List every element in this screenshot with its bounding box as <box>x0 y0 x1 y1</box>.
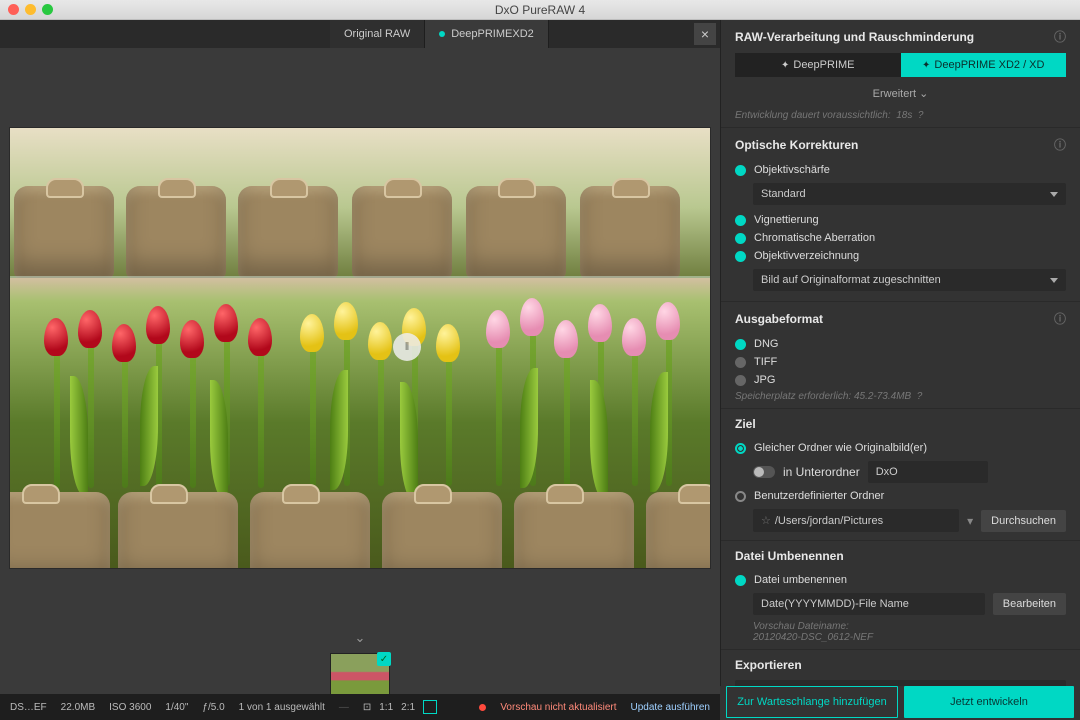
output-jpg-toggle[interactable]: JPG <box>735 371 1066 389</box>
image-viewer[interactable]: ‖ <box>0 48 720 630</box>
dest-path-input[interactable]: ☆/Users/jordan/Pictures <box>753 509 959 532</box>
rename-toggle[interactable]: Datei umbenennen <box>735 571 1066 589</box>
preview-pane: Original RAW DeepPRIMEXD2 × <box>0 20 720 720</box>
eta-hint: Entwicklung dauert voraussichtlich: 18s … <box>735 108 1066 123</box>
opt-distortion-toggle[interactable]: Objektivverzeichnung <box>735 247 1066 265</box>
image-canvas[interactable]: ‖ <box>10 128 710 568</box>
section-export-title: Exportieren <box>735 658 1066 672</box>
opt-distortion-select[interactable]: Bild auf Originalformat zugeschnitten <box>753 269 1066 291</box>
status-selection: 1 von 1 ausgewählt <box>239 702 325 713</box>
rename-edit-button[interactable]: Bearbeiten <box>993 593 1066 615</box>
section-dest-title: Ziel <box>735 417 1066 431</box>
zoom-fit-button[interactable]: ⊡ <box>363 702 371 713</box>
warning-dot-icon <box>479 704 486 711</box>
panel-header-label: RAW-Verarbeitung und Rauschminderung <box>735 30 974 44</box>
engine-deepprime-button[interactable]: ✦ DeepPRIME <box>735 53 901 77</box>
tab-processed-label: DeepPRIMEXD2 <box>451 28 534 40</box>
output-dng-toggle[interactable]: DNG <box>735 335 1066 353</box>
section-optical-title: Optische Korrekturenⓘ <box>735 136 1066 153</box>
thumb-selected-check-icon: ✓ <box>377 652 391 666</box>
develop-now-button[interactable]: Jetzt entwickeln <box>904 686 1074 718</box>
tab-processed[interactable]: DeepPRIMEXD2 <box>425 20 549 48</box>
update-preview-link[interactable]: Update ausführen <box>630 702 710 713</box>
advanced-toggle[interactable]: Erweitert ⌄ <box>735 83 1066 108</box>
rename-pattern-input[interactable]: Date(YYYYMMDD)-File Name <box>753 593 985 615</box>
status-iso: ISO 3600 <box>109 702 151 713</box>
zoom-2to1-button[interactable]: 2:1 <box>401 702 415 713</box>
action-bar: Zur Warteschlange hinzufügen Jetzt entwi… <box>720 686 1080 720</box>
dest-browse-button[interactable]: Durchsuchen <box>981 510 1066 532</box>
window-title: DxO PureRAW 4 <box>0 3 1080 17</box>
zoom-1to1-button[interactable]: 1:1 <box>379 702 393 713</box>
opt-sharp-toggle[interactable]: Objektivschärfe <box>735 161 1066 179</box>
add-to-queue-button[interactable]: Zur Warteschlange hinzufügen <box>726 686 898 718</box>
dest-subfolder-label: in Unterordner <box>783 465 860 479</box>
tab-original[interactable]: Original RAW <box>330 20 425 48</box>
crop-overlay-icon[interactable] <box>423 700 437 714</box>
preview-stale-warning: Vorschau nicht aktualisiert <box>500 702 616 713</box>
opt-vignette-toggle[interactable]: Vignettierung <box>735 211 1066 229</box>
output-tiff-toggle[interactable]: TIFF <box>735 353 1066 371</box>
dest-custom-radio[interactable]: Benutzerdefinierter Ordner <box>735 487 1066 505</box>
section-output-title: Ausgabeformatⓘ <box>735 310 1066 327</box>
dest-subfolder-input[interactable]: DxO <box>868 461 988 483</box>
info-icon[interactable]: ⓘ <box>1054 136 1066 153</box>
status-shutter: 1/40" <box>165 702 188 713</box>
engine-deepprime-label: DeepPRIME <box>793 59 854 71</box>
output-space-hint: Speicherplatz erforderlich: 45.2-73.4MB … <box>735 389 1066 404</box>
engine-deepprimexd2-label: DeepPRIME XD2 / XD <box>934 59 1044 71</box>
status-aperture: ƒ/5.0 <box>202 702 224 713</box>
section-rename-title: Datei Umbenennen <box>735 549 1066 563</box>
zoom-controls: ⊡ 1:1 2:1 <box>363 700 437 714</box>
engine-deepprimexd2-button[interactable]: ✦ DeepPRIME XD2 / XD <box>901 53 1067 77</box>
panel-header: RAW-Verarbeitung und Rauschminderung ⓘ <box>735 28 1066 45</box>
compare-slider-handle[interactable]: ‖ <box>393 333 421 361</box>
info-icon[interactable]: ⓘ <box>1054 310 1066 327</box>
info-icon[interactable]: ⓘ <box>1054 28 1066 45</box>
sparkle-icon: ✦ <box>781 60 789 71</box>
opt-sharp-select[interactable]: Standard <box>753 183 1066 205</box>
titlebar: DxO PureRAW 4 <box>0 0 1080 20</box>
status-bar: DS…EF 22.0MB ISO 3600 1/40" ƒ/5.0 1 von … <box>0 694 720 720</box>
compare-tabs: Original RAW DeepPRIMEXD2 × <box>0 20 720 48</box>
settings-panel: RAW-Verarbeitung und Rauschminderung ⓘ ✦… <box>720 20 1080 720</box>
close-compare-button[interactable]: × <box>694 23 716 45</box>
rename-preview: Vorschau Dateiname:20120420-DSC_0612-NEF <box>735 619 1066 645</box>
opt-ca-toggle[interactable]: Chromatische Aberration <box>735 229 1066 247</box>
engine-selector: ✦ DeepPRIME ✦ DeepPRIME XD2 / XD <box>735 53 1066 77</box>
dest-same-radio[interactable]: Gleicher Ordner wie Originalbild(er) <box>735 439 1066 457</box>
status-filesize: 22.0MB <box>61 702 95 713</box>
status-filename: DS…EF <box>10 702 47 713</box>
sparkle-icon: ✦ <box>922 60 930 71</box>
dest-subfolder-switch[interactable] <box>753 466 775 478</box>
active-dot-icon <box>439 31 445 37</box>
filmstrip-collapse-icon[interactable]: ⌄ <box>0 630 720 646</box>
star-icon: ☆ <box>761 515 771 527</box>
